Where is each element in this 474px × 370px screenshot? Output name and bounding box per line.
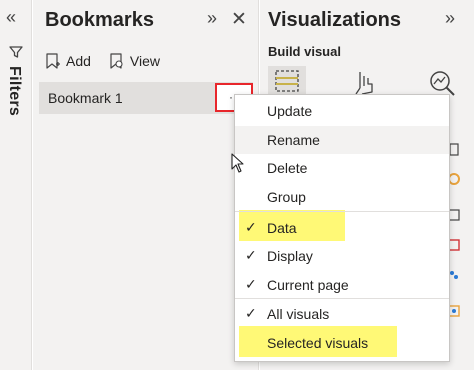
- add-bookmark-button[interactable]: Add: [45, 52, 91, 70]
- menu-item-label: All visuals: [267, 306, 330, 322]
- menu-divider: [235, 211, 449, 212]
- collapse-bookmarks-icon[interactable]: »: [207, 8, 217, 29]
- visualizations-title: Visualizations: [268, 9, 402, 31]
- filters-label[interactable]: Filters: [5, 66, 23, 116]
- menu-item-group[interactable]: Group: [235, 183, 449, 211]
- menu-item-rename[interactable]: Rename: [235, 126, 449, 154]
- view-bookmarks-button[interactable]: View: [109, 52, 160, 70]
- bookmarks-toolbar: Add View: [45, 52, 160, 70]
- check-icon: ✓: [245, 219, 257, 235]
- menu-item-label: Group: [267, 189, 306, 205]
- menu-item-update[interactable]: Update: [235, 97, 449, 125]
- view-bookmarks-label: View: [129, 53, 161, 69]
- menu-item-label: Display: [267, 248, 313, 264]
- menu-item-label: Selected visuals: [267, 335, 369, 351]
- menu-item-delete[interactable]: Delete: [235, 154, 449, 182]
- menu-item-current-page[interactable]: ✓ Current page: [235, 271, 449, 299]
- menu-item-label: Update: [267, 103, 313, 119]
- build-visual-label: Build visual: [268, 44, 341, 59]
- menu-item-display[interactable]: ✓ Display: [235, 242, 449, 270]
- menu-item-label: Current page: [267, 277, 349, 293]
- menu-item-label: Delete: [267, 160, 308, 176]
- check-icon: ✓: [245, 305, 257, 321]
- menu-item-selected-visuals[interactable]: Selected visuals: [235, 329, 449, 357]
- check-icon: ✓: [245, 276, 257, 292]
- bookmark-context-menu: Update Rename Delete Group ✓ Data ✓ Disp…: [234, 94, 450, 362]
- close-icon[interactable]: ✕: [231, 8, 247, 31]
- expand-filters-icon[interactable]: «: [6, 8, 16, 26]
- filters-pane-collapsed[interactable]: « Filters: [0, 0, 32, 370]
- menu-item-data[interactable]: ✓ Data: [235, 214, 449, 242]
- bookmark-item[interactable]: Bookmark 1 ·: [39, 82, 253, 114]
- mouse-cursor-icon: [231, 153, 244, 173]
- more-options-icon: ·: [229, 90, 233, 104]
- add-bookmark-label: Add: [66, 53, 91, 69]
- view-bookmark-icon: [110, 53, 123, 69]
- funnel-icon: [9, 46, 23, 58]
- collapse-visualizations-icon[interactable]: »: [445, 8, 455, 29]
- add-bookmark-icon: [46, 53, 60, 69]
- check-icon: ✓: [245, 247, 257, 263]
- bookmarks-pane: Bookmarks » ✕ Add View Bookmark 1 ·: [33, 0, 259, 370]
- menu-divider: [235, 298, 449, 299]
- bookmarks-title: Bookmarks: [45, 9, 154, 31]
- menu-item-all-visuals[interactable]: ✓ All visuals: [235, 300, 449, 328]
- bookmark-item-label: Bookmark 1: [48, 90, 123, 106]
- menu-item-label: Data: [267, 220, 297, 236]
- menu-item-label: Rename: [267, 132, 320, 148]
